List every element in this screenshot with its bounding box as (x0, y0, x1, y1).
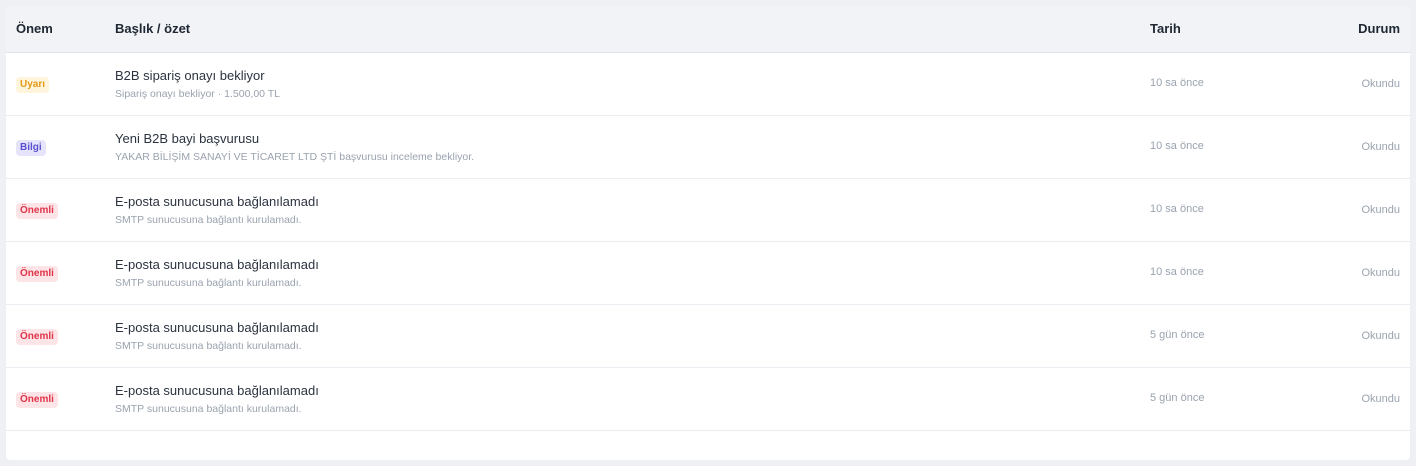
notification-status: Okundu (1361, 392, 1400, 405)
notification-summary: SMTP sunucusuna bağlantı kurulamadı. (115, 339, 302, 352)
notification-status: Okundu (1361, 266, 1400, 279)
title-cell: E-posta sunucusuna bağlanılamadı SMTP su… (115, 304, 1150, 367)
date-cell: 10 sa önce (1150, 178, 1300, 241)
title-cell: E-posta sunucusuna bağlanılamadı SMTP su… (115, 178, 1150, 241)
status-cell: Okundu (1300, 52, 1410, 115)
importance-cell: Önemli (6, 304, 115, 367)
importance-badge: Önemli (16, 329, 58, 345)
title-cell: Yeni B2B bayi başvurusu YAKAR BİLİŞİM SA… (115, 115, 1150, 178)
status-cell: Okundu (1300, 304, 1410, 367)
notification-title[interactable]: E-posta sunucusuna bağlanılamadı (115, 257, 1150, 273)
date-cell: 10 sa önce (1150, 241, 1300, 304)
table-row[interactable]: Önemli E-posta sunucusuna bağlanılamadı … (6, 178, 1410, 241)
notification-date: 10 sa önce (1150, 202, 1204, 215)
table-body: Uyarı B2B sipariş onayı bekliyor Sipariş… (6, 52, 1410, 430)
importance-badge: Önemli (16, 266, 58, 282)
column-header-title[interactable]: Başlık / özet (115, 6, 1150, 53)
column-header-importance[interactable]: Önem (6, 6, 115, 53)
importance-badge: Önemli (16, 392, 58, 408)
table-header: Önem Başlık / özet Tarih Durum (6, 6, 1410, 53)
notification-status: Okundu (1361, 140, 1400, 153)
date-cell: 5 gün önce (1150, 304, 1300, 367)
notification-date: 10 sa önce (1150, 265, 1204, 278)
importance-cell: Bilgi (6, 115, 115, 178)
notification-title[interactable]: E-posta sunucusuna bağlanılamadı (115, 383, 1150, 399)
notification-status: Okundu (1361, 203, 1400, 216)
notification-status: Okundu (1361, 329, 1400, 342)
table-row[interactable]: Uyarı B2B sipariş onayı bekliyor Sipariş… (6, 52, 1410, 115)
notifications-card: Önem Başlık / özet Tarih Durum Uyarı B2B… (6, 6, 1410, 460)
header-row: Önem Başlık / özet Tarih Durum (6, 6, 1410, 53)
status-cell: Okundu (1300, 367, 1410, 430)
importance-cell: Önemli (6, 241, 115, 304)
status-cell: Okundu (1300, 241, 1410, 304)
notification-summary: Sipariş onayı bekliyor · 1.500,00 TL (115, 87, 280, 100)
table-row[interactable]: Önemli E-posta sunucusuna bağlanılamadı … (6, 304, 1410, 367)
notification-status: Okundu (1361, 77, 1400, 90)
table-row[interactable]: Önemli E-posta sunucusuna bağlanılamadı … (6, 367, 1410, 430)
importance-badge: Önemli (16, 203, 58, 219)
notification-summary: SMTP sunucusuna bağlantı kurulamadı. (115, 402, 302, 415)
date-cell: 5 gün önce (1150, 367, 1300, 430)
importance-cell: Uyarı (6, 52, 115, 115)
status-cell: Okundu (1300, 115, 1410, 178)
notifications-table: Önem Başlık / özet Tarih Durum Uyarı B2B… (6, 6, 1410, 431)
importance-cell: Önemli (6, 367, 115, 430)
title-cell: E-posta sunucusuna bağlanılamadı SMTP su… (115, 367, 1150, 430)
date-cell: 10 sa önce (1150, 115, 1300, 178)
status-cell: Okundu (1300, 178, 1410, 241)
notification-summary: SMTP sunucusuna bağlantı kurulamadı. (115, 213, 302, 226)
importance-badge: Uyarı (16, 77, 50, 93)
notification-date: 5 gün önce (1150, 328, 1205, 341)
title-cell: B2B sipariş onayı bekliyor Sipariş onayı… (115, 52, 1150, 115)
notification-date: 10 sa önce (1150, 139, 1204, 152)
table-row[interactable]: Bilgi Yeni B2B bayi başvurusu YAKAR BİLİ… (6, 115, 1410, 178)
notification-title[interactable]: B2B sipariş onayı bekliyor (115, 68, 1150, 84)
importance-cell: Önemli (6, 178, 115, 241)
column-header-date[interactable]: Tarih (1150, 6, 1300, 53)
notification-title[interactable]: Yeni B2B bayi başvurusu (115, 131, 1150, 147)
notification-title[interactable]: E-posta sunucusuna bağlanılamadı (115, 320, 1150, 336)
notification-date: 10 sa önce (1150, 76, 1204, 89)
column-header-status[interactable]: Durum (1300, 6, 1410, 53)
notification-summary: SMTP sunucusuna bağlantı kurulamadı. (115, 276, 302, 289)
importance-badge: Bilgi (16, 140, 46, 156)
notification-summary: YAKAR BİLİŞİM SANAYİ VE TİCARET LTD ŞTİ … (115, 150, 475, 163)
table-row[interactable]: Önemli E-posta sunucusuna bağlanılamadı … (6, 241, 1410, 304)
notification-date: 5 gün önce (1150, 391, 1205, 404)
title-cell: E-posta sunucusuna bağlanılamadı SMTP su… (115, 241, 1150, 304)
date-cell: 10 sa önce (1150, 52, 1300, 115)
notification-title[interactable]: E-posta sunucusuna bağlanılamadı (115, 194, 1150, 210)
